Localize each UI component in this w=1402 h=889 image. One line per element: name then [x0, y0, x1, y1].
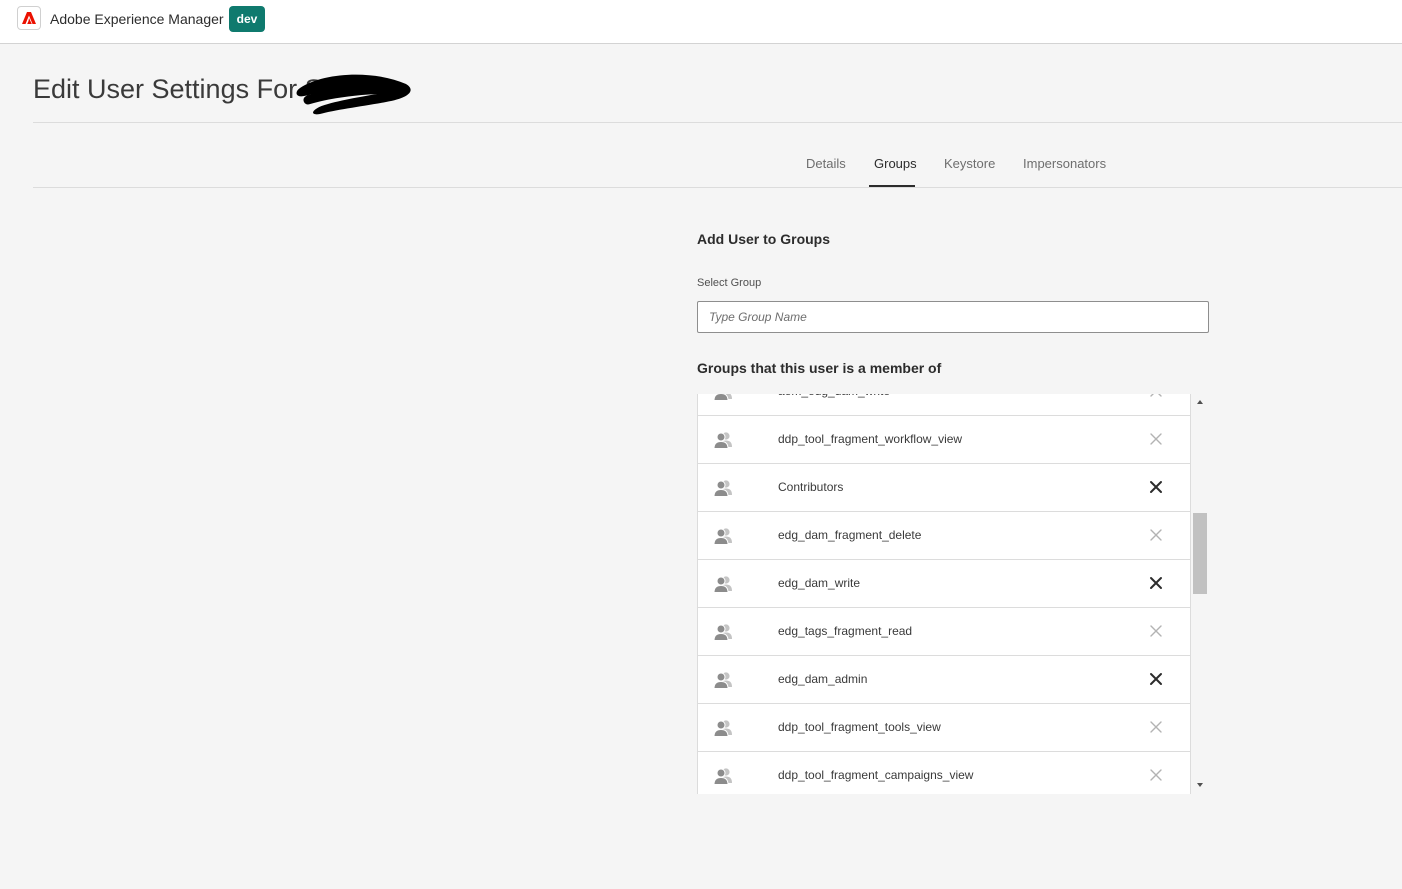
tab-details[interactable]: Details [806, 156, 846, 171]
group-list-viewport[interactable]: aem_edg_dam_write ddp_tool_fragment_work… [697, 394, 1209, 794]
group-row: edg_dam_fragment_delete [698, 512, 1190, 560]
title-divider [33, 122, 1402, 123]
tab-bar: Details Groups Keystore Impersonators [33, 150, 1402, 188]
group-name: ddp_tool_fragment_campaigns_view [778, 768, 974, 782]
group-row: ddp_tool_fragment_workflow_view [698, 416, 1190, 464]
user-group-icon [713, 528, 732, 545]
scroll-down-icon[interactable] [1197, 783, 1203, 787]
adobe-logo-glyph [22, 12, 36, 24]
remove-group-button[interactable] [1148, 431, 1164, 447]
group-list: aem_edg_dam_write ddp_tool_fragment_work… [697, 394, 1191, 794]
remove-group-button[interactable] [1148, 527, 1164, 543]
group-row: Contributors [698, 464, 1190, 512]
remove-group-button[interactable] [1148, 575, 1164, 591]
group-name: ddp_tool_fragment_workflow_view [778, 432, 963, 446]
user-group-icon [713, 672, 732, 689]
active-tab-indicator [869, 185, 915, 187]
page-title: Edit User Settings For Sa [33, 74, 338, 104]
group-name: Contributors [778, 480, 844, 494]
group-row: aem_edg_dam_write [698, 394, 1190, 416]
environment-badge: dev [229, 6, 265, 32]
adobe-logo-icon[interactable] [17, 6, 41, 30]
user-group-icon [713, 624, 732, 641]
membership-heading: Groups that this user is a member of [697, 360, 942, 376]
group-name: edg_tags_fragment_read [778, 624, 913, 638]
group-search-input[interactable] [697, 301, 1209, 333]
user-group-icon [713, 432, 732, 449]
tab-impersonators[interactable]: Impersonators [1023, 156, 1106, 171]
app-name[interactable]: Adobe Experience Manager [50, 11, 224, 27]
group-row: ddp_tool_fragment_campaigns_view [698, 752, 1190, 794]
scroll-up-icon[interactable] [1197, 400, 1203, 404]
user-group-icon [713, 480, 732, 497]
remove-group-button[interactable] [1148, 394, 1164, 399]
group-row: edg_dam_admin [698, 656, 1190, 704]
add-groups-heading: Add User to Groups [697, 231, 831, 247]
remove-group-button[interactable] [1148, 671, 1164, 687]
group-name: aem_edg_dam_write [778, 394, 890, 398]
scrollbar[interactable] [1193, 394, 1209, 794]
remove-group-button[interactable] [1148, 767, 1164, 783]
top-bar: Adobe Experience Manager dev [0, 0, 1402, 44]
group-name: ddp_tool_fragment_tools_view [778, 720, 941, 734]
redaction-scribble [296, 74, 411, 115]
group-row: edg_tags_fragment_read [698, 608, 1190, 656]
user-group-icon [713, 576, 732, 593]
group-name: edg_dam_fragment_delete [778, 528, 922, 542]
tab-groups[interactable]: Groups [874, 156, 917, 171]
user-group-icon [713, 768, 732, 785]
group-row: edg_dam_write [698, 560, 1190, 608]
user-group-icon [713, 394, 732, 401]
remove-group-button[interactable] [1148, 479, 1164, 495]
remove-group-button[interactable] [1148, 719, 1164, 735]
user-group-icon [713, 720, 732, 737]
remove-group-button[interactable] [1148, 623, 1164, 639]
tab-keystore[interactable]: Keystore [944, 156, 995, 171]
scroll-thumb[interactable] [1193, 513, 1207, 594]
group-name: edg_dam_write [778, 576, 861, 590]
group-row: ddp_tool_fragment_tools_view [698, 704, 1190, 752]
group-name: edg_dam_admin [778, 672, 868, 686]
select-group-label: Select Group [697, 277, 762, 289]
